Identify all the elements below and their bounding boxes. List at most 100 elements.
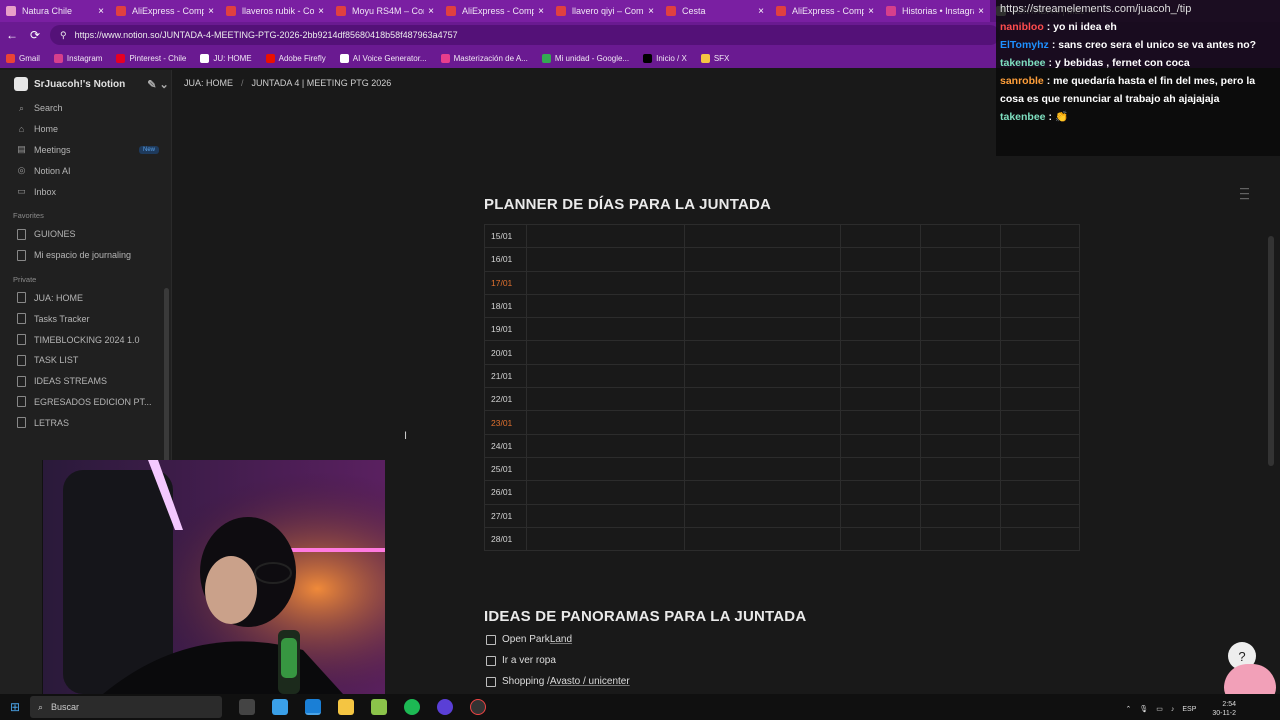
empty-cell[interactable] (525, 340, 685, 365)
tab-close-icon[interactable]: × (758, 6, 764, 17)
browser-tab[interactable]: llavero qiyi – Comp × (550, 0, 660, 22)
empty-cell[interactable] (525, 387, 685, 412)
chevron-up-icon[interactable]: ⌃ (1125, 705, 1131, 713)
empty-cell[interactable] (1000, 433, 1080, 458)
empty-cell[interactable] (920, 410, 1002, 435)
browser-tab[interactable]: AliExpress - Compr × (110, 0, 220, 22)
date-cell[interactable]: 16/01 (484, 247, 527, 272)
empty-cell[interactable] (920, 247, 1002, 272)
empty-cell[interactable] (1000, 293, 1080, 319)
sidebar-item[interactable]: ▭ Inbox (0, 181, 171, 202)
todo-link-text[interactable]: Avasto / unicenter (550, 676, 630, 687)
app-icon[interactable] (371, 699, 387, 715)
back-icon[interactable]: ← (6, 28, 18, 42)
empty-cell[interactable] (525, 456, 685, 482)
empty-cell[interactable] (683, 363, 842, 389)
empty-cell[interactable] (525, 270, 685, 295)
sidebar-item[interactable]: Mi espacio de journaling (0, 245, 171, 266)
empty-cell[interactable] (525, 526, 685, 552)
language-indicator[interactable]: ESP (1182, 706, 1196, 713)
sidebar-item[interactable]: ⌂ Home (0, 119, 171, 140)
empty-cell[interactable] (683, 456, 842, 482)
empty-cell[interactable] (920, 340, 1002, 365)
empty-cell[interactable] (1000, 223, 1080, 249)
empty-cell[interactable] (840, 387, 922, 412)
obs-icon[interactable] (470, 699, 486, 715)
sidebar-item[interactable]: LETRAS (0, 412, 171, 433)
empty-cell[interactable] (683, 317, 842, 342)
sidebar-item[interactable]: TASK LIST (0, 350, 171, 371)
bookmark-item[interactable]: AI Voice Generator... (339, 53, 427, 63)
empty-cell[interactable] (683, 526, 842, 552)
empty-cell[interactable] (683, 503, 842, 528)
browser-tab[interactable]: llaveros rubik - Con × (220, 0, 330, 22)
empty-cell[interactable] (840, 410, 922, 435)
clock[interactable]: 2:54 30-11-2 (1204, 700, 1236, 718)
new-page-icon[interactable]: ✎ ⌄ (147, 78, 169, 91)
empty-cell[interactable] (525, 293, 685, 319)
date-cell[interactable]: 27/01 (484, 503, 527, 528)
task-view-icon[interactable] (239, 699, 255, 715)
empty-cell[interactable] (525, 410, 685, 435)
empty-cell[interactable] (920, 526, 1002, 552)
empty-cell[interactable] (920, 270, 1002, 295)
sidebar-item[interactable]: IDEAS STREAMS (0, 371, 171, 392)
checkbox[interactable] (486, 676, 496, 687)
sidebar-item[interactable]: JUA: HOME (0, 288, 171, 309)
tab-close-icon[interactable]: × (648, 6, 654, 17)
workspace-switcher[interactable]: SrJuacoh!'s Notion ✎ ⌄ (0, 70, 171, 98)
tab-close-icon[interactable]: × (428, 6, 434, 17)
empty-cell[interactable] (920, 387, 1002, 412)
browser-tab[interactable]: Moyu RS4M – Com × (330, 0, 440, 22)
sidebar-item[interactable]: EGRESADOS EDICION PT... (0, 392, 171, 413)
empty-cell[interactable] (1000, 480, 1080, 505)
taskbar-search[interactable]: ⌕ Buscar (30, 696, 222, 718)
empty-cell[interactable] (683, 340, 842, 365)
empty-cell[interactable] (1000, 387, 1080, 412)
tab-close-icon[interactable]: × (868, 6, 874, 17)
empty-cell[interactable] (683, 293, 842, 319)
empty-cell[interactable] (1000, 363, 1080, 389)
empty-cell[interactable] (840, 456, 922, 482)
bookmark-item[interactable]: Pinterest - Chile (116, 53, 186, 63)
empty-cell[interactable] (525, 503, 685, 528)
sidebar-item[interactable]: Tasks Tracker (0, 308, 171, 329)
breadcrumb-item-home[interactable]: JUA: HOME (184, 78, 233, 88)
empty-cell[interactable] (1000, 247, 1080, 272)
empty-cell[interactable] (840, 223, 922, 249)
empty-cell[interactable] (920, 433, 1002, 458)
url-input[interactable]: ⚲ https://www.notion.so/JUNTADA-4-MEETIN… (50, 25, 1000, 45)
sidebar-item[interactable]: ▤ Meetings New (0, 140, 171, 161)
sidebar-item[interactable]: GUIONES (0, 224, 171, 245)
date-cell[interactable]: 20/01 (484, 340, 527, 365)
empty-cell[interactable] (1000, 456, 1080, 482)
discord-icon[interactable] (437, 699, 453, 715)
bookmark-item[interactable]: Gmail (6, 53, 40, 63)
tab-close-icon[interactable]: × (98, 6, 104, 17)
date-cell[interactable]: 18/01 (484, 293, 527, 319)
page-scrollbar[interactable] (1268, 236, 1274, 466)
table-of-contents-icon[interactable]: — — — (1240, 184, 1254, 203)
empty-cell[interactable] (683, 270, 842, 295)
reload-icon[interactable]: ⟳ (30, 28, 40, 42)
checkbox[interactable] (486, 655, 496, 666)
empty-cell[interactable] (840, 340, 922, 365)
mic-icon[interactable]: 🎙 (1139, 705, 1148, 713)
browser-tab[interactable]: Cesta × (660, 0, 770, 22)
volume-icon[interactable]: ♪ (1171, 706, 1175, 713)
spotify-icon[interactable] (404, 699, 420, 715)
bookmark-item[interactable]: Masterización de A... (440, 53, 528, 63)
date-cell[interactable]: 25/01 (484, 456, 527, 482)
edge-icon[interactable] (305, 699, 321, 715)
empty-cell[interactable] (920, 363, 1002, 389)
date-cell[interactable]: 15/01 (484, 223, 527, 249)
date-cell[interactable]: 26/01 (484, 480, 527, 505)
date-cell[interactable]: 28/01 (484, 526, 527, 552)
network-icon[interactable]: ▭ (1156, 705, 1163, 713)
empty-cell[interactable] (920, 480, 1002, 505)
tab-close-icon[interactable]: × (318, 6, 324, 17)
bookmark-item[interactable]: Mi unidad - Google... (541, 53, 629, 63)
bookmark-item[interactable]: Inicio / X (643, 53, 687, 63)
bookmark-item[interactable]: SFX (700, 53, 729, 63)
empty-cell[interactable] (840, 433, 922, 458)
